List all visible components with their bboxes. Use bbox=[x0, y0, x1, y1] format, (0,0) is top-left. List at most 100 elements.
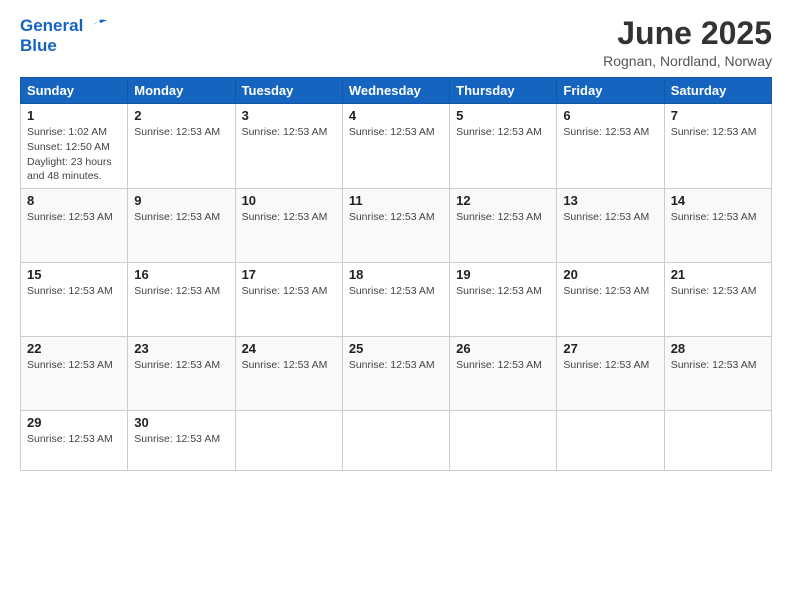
day-info: Sunrise: 12:53 AM bbox=[349, 284, 443, 299]
day-info: Sunrise: 12:53 AM bbox=[27, 358, 121, 373]
table-row: 4 Sunrise: 12:53 AM bbox=[342, 104, 449, 189]
table-row: 2 Sunrise: 12:53 AM bbox=[128, 104, 235, 189]
day-number: 29 bbox=[27, 415, 121, 430]
day-info: Sunrise: 12:53 AM bbox=[349, 358, 443, 373]
table-row: 10 Sunrise: 12:53 AM bbox=[235, 188, 342, 262]
day-number: 13 bbox=[563, 193, 657, 208]
table-row: 8 Sunrise: 12:53 AM bbox=[21, 188, 128, 262]
table-row bbox=[664, 410, 771, 470]
day-number: 10 bbox=[242, 193, 336, 208]
day-info: Sunrise: 12:53 AM bbox=[27, 210, 121, 225]
day-info: Sunrise: 12:53 AM bbox=[349, 210, 443, 225]
day-number: 21 bbox=[671, 267, 765, 282]
day-info: Sunrise: 12:53 AM bbox=[456, 358, 550, 373]
table-row: 9 Sunrise: 12:53 AM bbox=[128, 188, 235, 262]
col-friday: Friday bbox=[557, 78, 664, 104]
day-number: 12 bbox=[456, 193, 550, 208]
table-row: 28Sunrise: 12:53 AM bbox=[664, 336, 771, 410]
calendar-week-row: 15Sunrise: 12:53 AM16Sunrise: 12:53 AM17… bbox=[21, 262, 772, 336]
day-number: 14 bbox=[671, 193, 765, 208]
day-number: 16 bbox=[134, 267, 228, 282]
day-info: Sunrise: 12:53 AM bbox=[671, 125, 765, 140]
day-number: 17 bbox=[242, 267, 336, 282]
day-number: 27 bbox=[563, 341, 657, 356]
day-number: 5 bbox=[456, 108, 550, 123]
day-info: Sunrise: 12:53 AM bbox=[27, 284, 121, 299]
day-info: Sunrise: 12:53 AM bbox=[242, 284, 336, 299]
logo-text-line1: General bbox=[20, 16, 83, 35]
day-number: 3 bbox=[242, 108, 336, 123]
day-info: Sunrise: 12:53 AM bbox=[563, 358, 657, 373]
day-number: 26 bbox=[456, 341, 550, 356]
table-row: 20 Sunrise: 12:53 AM bbox=[557, 262, 664, 336]
day-number: 4 bbox=[349, 108, 443, 123]
calendar-title: June 2025 bbox=[603, 16, 772, 51]
day-info: Sunrise: 12:53 AM bbox=[134, 284, 228, 299]
table-row: 17 Sunrise: 12:53 AM bbox=[235, 262, 342, 336]
day-number: 20 bbox=[563, 267, 657, 282]
table-row: 3 Sunrise: 12:53 AM bbox=[235, 104, 342, 189]
table-row: 11 Sunrise: 12:53 AM bbox=[342, 188, 449, 262]
table-row: 7Sunrise: 12:53 AM bbox=[664, 104, 771, 189]
col-thursday: Thursday bbox=[450, 78, 557, 104]
day-info: Sunrise: 12:53 AM bbox=[134, 358, 228, 373]
table-row: 24Sunrise: 12:53 AM bbox=[235, 336, 342, 410]
calendar-week-row: 22Sunrise: 12:53 AM23Sunrise: 12:53 AM24… bbox=[21, 336, 772, 410]
day-info: Sunrise: 12:53 AM bbox=[671, 210, 765, 225]
day-number: 9 bbox=[134, 193, 228, 208]
day-number: 24 bbox=[242, 341, 336, 356]
day-info: Sunrise: 12:53 AM bbox=[563, 125, 657, 140]
day-info: Sunrise: 12:53 AM bbox=[671, 284, 765, 299]
table-row: 29 Sunrise: 12:53 AM bbox=[21, 410, 128, 470]
day-info: Sunrise: 12:53 AM bbox=[27, 432, 121, 447]
day-number: 8 bbox=[27, 193, 121, 208]
day-info: Sunrise: 12:53 AM bbox=[456, 284, 550, 299]
day-number: 15 bbox=[27, 267, 121, 282]
day-number: 11 bbox=[349, 193, 443, 208]
table-row: 21 Sunrise: 12:53 AM bbox=[664, 262, 771, 336]
table-row: 14 Sunrise: 12:53 AM bbox=[664, 188, 771, 262]
day-info: Sunrise: 12:53 AM bbox=[563, 210, 657, 225]
table-row: 30 Sunrise: 12:53 AM bbox=[128, 410, 235, 470]
page: General Blue June 2025 Rognan, Nordland,… bbox=[0, 0, 792, 612]
table-row: 5 Sunrise: 12:53 AM bbox=[450, 104, 557, 189]
day-info: Sunrise: 12:53 AM bbox=[456, 210, 550, 225]
logo: General Blue bbox=[20, 16, 108, 55]
logo-bird-icon bbox=[90, 17, 108, 35]
title-block: June 2025 Rognan, Nordland, Norway bbox=[603, 16, 772, 69]
table-row: 18Sunrise: 12:53 AM bbox=[342, 262, 449, 336]
day-info: Sunrise: 12:53 AM bbox=[242, 210, 336, 225]
day-info: Sunrise: 12:53 AM bbox=[456, 125, 550, 140]
table-row: 6Sunrise: 12:53 AM bbox=[557, 104, 664, 189]
day-number: 30 bbox=[134, 415, 228, 430]
table-row: 16 Sunrise: 12:53 AM bbox=[128, 262, 235, 336]
logo-text-line2: Blue bbox=[20, 36, 108, 56]
calendar-subtitle: Rognan, Nordland, Norway bbox=[603, 53, 772, 69]
day-info: Sunrise: 12:53 AM bbox=[134, 125, 228, 140]
calendar-week-row: 29 Sunrise: 12:53 AM 30 Sunrise: 12:53 AM bbox=[21, 410, 772, 470]
day-info: Sunrise: 12:53 AM bbox=[349, 125, 443, 140]
day-info: Sunrise: 12:53 AM bbox=[134, 432, 228, 447]
day-number: 19 bbox=[456, 267, 550, 282]
table-row bbox=[342, 410, 449, 470]
day-info: Sunrise: 12:53 AM bbox=[671, 358, 765, 373]
col-tuesday: Tuesday bbox=[235, 78, 342, 104]
day-info: Sunrise: 12:53 AM bbox=[134, 210, 228, 225]
day-number: 22 bbox=[27, 341, 121, 356]
day-info: Sunrise: 12:53 AM bbox=[242, 125, 336, 140]
day-number: 25 bbox=[349, 341, 443, 356]
calendar-header-row: Sunday Monday Tuesday Wednesday Thursday… bbox=[21, 78, 772, 104]
table-row bbox=[450, 410, 557, 470]
table-row: 19 Sunrise: 12:53 AM bbox=[450, 262, 557, 336]
table-row: 1Sunrise: 1:02 AM Sunset: 12:50 AM Dayli… bbox=[21, 104, 128, 189]
day-number: 1 bbox=[27, 108, 121, 123]
day-number: 2 bbox=[134, 108, 228, 123]
col-wednesday: Wednesday bbox=[342, 78, 449, 104]
table-row: 25 Sunrise: 12:53 AM bbox=[342, 336, 449, 410]
table-row: 15 Sunrise: 12:53 AM bbox=[21, 262, 128, 336]
calendar-week-row: 8 Sunrise: 12:53 AM 9 Sunrise: 12:53 AM 10 Su… bbox=[21, 188, 772, 262]
day-info: Sunrise: 12:53 AM bbox=[563, 284, 657, 299]
header: General Blue June 2025 Rognan, Nordland,… bbox=[20, 16, 772, 69]
table-row: 23Sunrise: 12:53 AM bbox=[128, 336, 235, 410]
table-row bbox=[235, 410, 342, 470]
